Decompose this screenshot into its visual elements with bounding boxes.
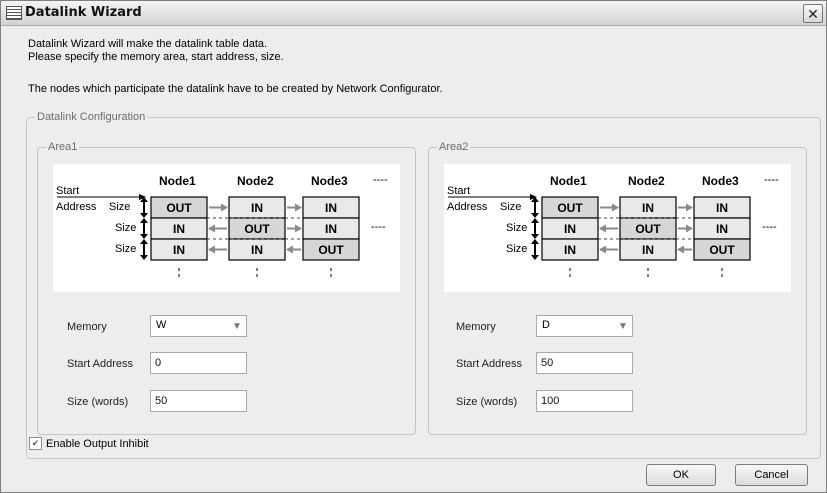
area1-flow-arrow-r3-2 xyxy=(286,245,293,254)
area2-more-nodes-dashes: ---- xyxy=(764,174,779,186)
area1-cell-label-r2-c3: IN xyxy=(325,222,337,236)
enable-output-inhibit-row[interactable]: ✔ Enable Output Inhibit xyxy=(29,437,149,450)
intro-line-2: Please specify the memory area, start ad… xyxy=(28,51,284,63)
area1-group: Area1 OUT IN IN IN OUT IN IN IN OUT Node1 Node2 Nod… xyxy=(37,141,416,435)
area1-size-arrow-up-3 xyxy=(140,239,148,244)
area2-cell-label-r1-c1: OUT xyxy=(557,201,583,215)
area1-size-label-2: Size xyxy=(115,222,137,234)
area2-size-label-3: Size xyxy=(506,243,528,255)
checkmark-icon: ✔ xyxy=(31,438,40,448)
area1-flow-arrow-r2-2 xyxy=(295,224,302,233)
area2-cell-label-r1-c3: IN xyxy=(716,201,728,215)
area2-group: Area2 OUT IN IN IN OUT IN IN IN OUT Node1 Node2 Nod… xyxy=(428,141,807,435)
area1-node-header-2: Node2 xyxy=(237,174,274,188)
area1-memory-label: Memory xyxy=(67,321,107,333)
area2-size-arrow-down-1 xyxy=(531,213,539,218)
area2-size-input[interactable] xyxy=(536,390,633,412)
area2-cell-label-r3-c2: IN xyxy=(642,243,654,257)
area1-more-nodes-dashes: ---- xyxy=(373,174,388,186)
area1-size-arrow-up-2 xyxy=(140,218,148,223)
close-button[interactable]: ✕ xyxy=(803,4,823,23)
area2-node-header-3: Node3 xyxy=(702,174,739,188)
area2-flow-arrow-r1-1 xyxy=(612,203,619,212)
area2-start-label: Start xyxy=(447,185,471,197)
area1-flow-arrow-r1-2 xyxy=(295,203,302,212)
area2-flow-arrow-r3-2 xyxy=(677,245,684,254)
area2-start-address-input[interactable] xyxy=(536,352,633,374)
area2-flow-arrow-r1-2 xyxy=(686,203,693,212)
area2-cell-label-r1-c2: IN xyxy=(642,201,654,215)
area2-size-label: Size (words) xyxy=(456,396,518,408)
area1-cell-label-r2-c2: OUT xyxy=(244,222,270,236)
title-bar: Datalink Wizard ✕ xyxy=(1,1,826,26)
area2-cell-label-r3-c3: OUT xyxy=(709,243,735,257)
area1-start-address-label: Start Address xyxy=(67,358,134,370)
enable-output-inhibit-checkbox[interactable]: ✔ xyxy=(29,437,42,450)
area1-legend: Area1 xyxy=(46,141,80,154)
area2-memory-value: D xyxy=(542,319,550,331)
area2-size-label-1: Size xyxy=(500,201,522,213)
area1-datalink-diagram: OUT IN IN IN OUT IN IN IN OUT Node1 Node2 Node3 ----… xyxy=(53,164,400,292)
area1-size-label-3: Size xyxy=(115,243,137,255)
area2-node-header-2: Node2 xyxy=(628,174,665,188)
area1-cell-label-r2-c1: IN xyxy=(173,222,185,236)
area2-size-arrow-up-2 xyxy=(531,218,539,223)
area1-size-arrow-down-3 xyxy=(140,255,148,260)
enable-output-inhibit-label[interactable]: Enable Output Inhibit xyxy=(46,438,149,450)
area1-flow-arrow-r1-1 xyxy=(221,203,228,212)
ok-button[interactable]: OK xyxy=(646,464,716,486)
area1-flow-arrow-r2-1 xyxy=(208,224,215,233)
area1-size-arrow-down-1 xyxy=(140,213,148,218)
table-icon xyxy=(6,6,22,20)
datalink-configuration-legend: Datalink Configuration xyxy=(35,111,148,124)
area1-start-address-input[interactable] xyxy=(150,352,247,374)
area2-size-arrow-down-2 xyxy=(531,234,539,239)
intro-line-3: The nodes which participate the datalink… xyxy=(28,83,443,95)
area1-size-arrow-down-2 xyxy=(140,234,148,239)
area2-flow-arrow-r2-1 xyxy=(599,224,606,233)
area1-size-label: Size (words) xyxy=(67,396,129,408)
area2-memory-label: Memory xyxy=(456,321,496,333)
area1-cell-label-r3-c1: IN xyxy=(173,243,185,257)
area1-flow-arrow-r3-1 xyxy=(208,245,215,254)
area1-address-label: Address xyxy=(56,201,97,213)
area2-cell-label-r2-c3: IN xyxy=(716,222,728,236)
cancel-button[interactable]: Cancel xyxy=(735,464,808,486)
area1-start-label: Start xyxy=(56,185,80,197)
area1-cell-label-r1-c2: IN xyxy=(251,201,263,215)
area2-memory-select[interactable]: D ▼ xyxy=(536,315,633,337)
area2-legend: Area2 xyxy=(437,141,471,154)
area2-address-label: Address xyxy=(447,201,488,213)
area1-node-header-1: Node1 xyxy=(159,174,196,188)
area1-more-nodes-dashes-row: ---- xyxy=(371,221,386,233)
area2-flow-arrow-r3-1 xyxy=(599,245,606,254)
area2-datalink-diagram: OUT IN IN IN OUT IN IN IN OUT Node1 Node2 Node3 ----… xyxy=(444,164,791,292)
area1-cell-label-r3-c2: IN xyxy=(251,243,263,257)
area2-size-arrow-up-3 xyxy=(531,239,539,244)
area2-cell-label-r3-c1: IN xyxy=(564,243,576,257)
datalink-wizard-dialog: Datalink Wizard ✕ Datalink Wizard will m… xyxy=(0,0,827,493)
area1-memory-select[interactable]: W ▼ xyxy=(150,315,247,337)
area2-flow-arrow-r2-2 xyxy=(686,224,693,233)
area1-cell-label-r3-c3: OUT xyxy=(318,243,344,257)
area1-cell-label-r1-c1: OUT xyxy=(166,201,192,215)
area1-cell-label-r1-c3: IN xyxy=(325,201,337,215)
area2-cell-label-r2-c2: OUT xyxy=(635,222,661,236)
intro-line-1: Datalink Wizard will make the datalink t… xyxy=(28,38,268,50)
area1-size-label-1: Size xyxy=(109,201,131,213)
area1-size-input[interactable] xyxy=(150,390,247,412)
area2-start-address-label: Start Address xyxy=(456,358,523,370)
area2-size-arrow-down-3 xyxy=(531,255,539,260)
area2-size-label-2: Size xyxy=(506,222,528,234)
area2-cell-label-r2-c1: IN xyxy=(564,222,576,236)
area1-memory-value: W xyxy=(156,319,167,331)
close-icon: ✕ xyxy=(807,5,819,22)
chevron-down-icon[interactable]: ▼ xyxy=(616,318,630,334)
chevron-down-icon[interactable]: ▼ xyxy=(230,318,244,334)
area2-node-header-1: Node1 xyxy=(550,174,587,188)
area1-node-header-3: Node3 xyxy=(311,174,348,188)
window-title: Datalink Wizard xyxy=(25,5,142,20)
area2-more-nodes-dashes-row: ---- xyxy=(762,221,777,233)
